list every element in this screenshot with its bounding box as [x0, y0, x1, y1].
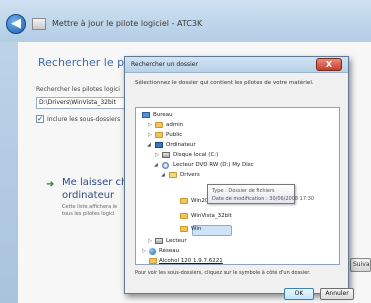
tree-item-lecteur[interactable]: ▷ Lecteur [142, 236, 187, 246]
computer-icon [155, 142, 163, 148]
search-label: Rechercher les pilotes logici [36, 86, 120, 93]
expand-arrow-icon[interactable]: ▷ [148, 236, 152, 246]
dialog-title: Rechercher un dossier [131, 61, 198, 68]
tree-item-alcohol[interactable]: Alcohol 120 1.9.7.6221 [142, 256, 223, 264]
tree-label: Public [166, 132, 183, 138]
choose-desc-line2: tous les pilotes logici [62, 211, 115, 217]
browse-folder-dialog: Rechercher un dossier X Sélectionnez le … [124, 56, 349, 294]
tree-label: admin [166, 122, 184, 128]
folder-icon [180, 213, 188, 219]
expand-arrow-icon[interactable]: ▷ [155, 150, 159, 160]
folder-tooltip: Type : Dossier de fichiers Date de modif… [207, 184, 314, 204]
expand-arrow-icon[interactable]: ▷ [148, 120, 152, 130]
tree-label: Lecteur DVD RW (D:) My Disc [173, 162, 254, 168]
folder-icon [155, 132, 163, 138]
network-icon [149, 247, 156, 255]
tree-item-dvd[interactable]: ◢ Lecteur DVD RW (D:) My Disc [142, 160, 254, 170]
wizard-title: Mettre à jour le pilote logiciel - ATC3K [52, 19, 203, 28]
drive-icon [162, 152, 170, 158]
folder-icon [180, 226, 188, 232]
dvd-icon [162, 161, 169, 169]
tree-label: Drivers [180, 172, 200, 178]
tree-item-drivers[interactable]: ◢ Drivers [142, 170, 200, 180]
wizard-titlebar: ◀ Mettre à jour le pilote logiciel - ATC… [0, 0, 371, 42]
collapse-arrow-icon[interactable]: ◢ [154, 160, 158, 170]
dialog-instruction: Sélectionnez le dossier qui contient les… [135, 80, 314, 86]
expand-arrow-icon[interactable]: ▷ [148, 130, 152, 140]
choose-desc-line1: Cette liste affichera le [62, 204, 118, 210]
drive-icon [155, 238, 163, 244]
device-icon [32, 18, 46, 30]
collapse-arrow-icon[interactable]: ◢ [147, 140, 151, 150]
tree-label: Ordinateur [166, 142, 196, 148]
folder-open-icon [169, 172, 177, 178]
next-button[interactable]: Suivant [350, 258, 371, 272]
tree-item-admin[interactable]: ▷ admin [142, 120, 183, 130]
dialog-titlebar: Rechercher un dossier X [125, 57, 348, 73]
include-subfolders-label: Inclure les sous-dossiers [47, 116, 121, 123]
expand-arrow-icon[interactable]: ▷ [142, 246, 146, 256]
tooltip-type: Type : Dossier de fichiers [212, 188, 275, 194]
tree-label: WinVista_32bit [191, 213, 232, 219]
include-subfolders-checkbox[interactable]: ✓ [36, 115, 44, 123]
folder-icon [155, 122, 163, 128]
tree-label: Lecteur [166, 238, 187, 244]
desktop-icon [142, 112, 150, 118]
folder-icon [180, 198, 188, 204]
green-arrow-icon: ➜ [46, 179, 55, 190]
tooltip-date: Date de modification : 30/06/2008 17:30 [212, 196, 315, 202]
close-button[interactable]: X [316, 58, 342, 71]
tree-label: Win [191, 226, 202, 232]
tree-label: Disque local (C:) [173, 152, 219, 158]
tree-item-winvista[interactable]: WinVista_32bit [142, 211, 232, 221]
tree-label: Bureau [153, 112, 173, 118]
cancel-button[interactable]: Annuler [320, 288, 354, 300]
tree-item-reseau[interactable]: ▷ Réseau [142, 246, 179, 256]
tree-item-ordinateur[interactable]: ◢ Ordinateur [142, 140, 196, 150]
dialog-footer-text: Pour voir les sous-dossiers, cliquez sur… [135, 270, 311, 276]
tree-item-public[interactable]: ▷ Public [142, 130, 182, 140]
tree-label: Alcohol 120 1.9.7.6221 [159, 258, 223, 264]
tree-item-bureau[interactable]: Bureau [142, 110, 173, 120]
tree-item-disque-local[interactable]: ▷ Disque local (C:) [142, 150, 218, 160]
folder-icon [149, 258, 157, 264]
tree-label: Réseau [159, 248, 180, 254]
collapse-arrow-icon[interactable]: ◢ [161, 170, 165, 180]
back-arrow-icon[interactable]: ◀ [6, 14, 26, 34]
tree-item-win[interactable]: Win [142, 224, 201, 234]
tree-item-win2000[interactable]: Win2000 [142, 196, 215, 206]
choose-description: Cette liste affichera le tous les pilote… [62, 204, 117, 218]
ok-button[interactable]: OK [284, 288, 314, 300]
